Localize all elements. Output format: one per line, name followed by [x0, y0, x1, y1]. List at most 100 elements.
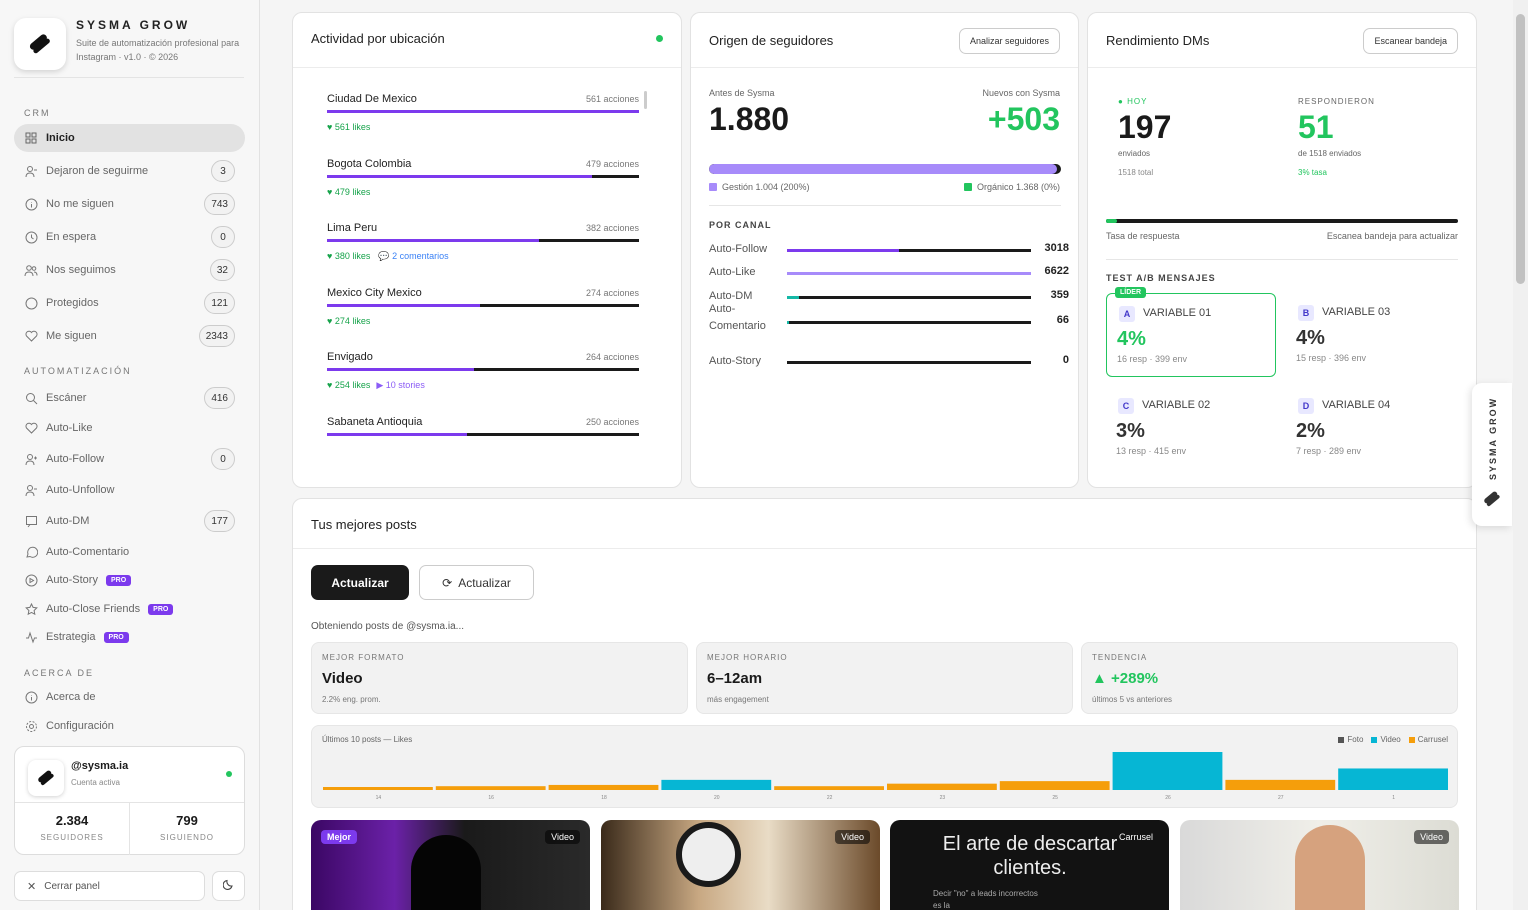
post-thumb-4[interactable]: Video [1180, 820, 1459, 910]
location-bar [327, 239, 639, 242]
sidebar-item-label: Protegidos [46, 297, 99, 309]
message-icon [24, 514, 38, 528]
comments-count: 💬 2 comentarios [378, 251, 449, 261]
channel-bar [787, 321, 1031, 324]
scrollbar-thumb[interactable] [1516, 14, 1525, 284]
sidebar-item-inicio[interactable]: Inicio [14, 124, 245, 152]
sidebar: SYSMA GROW Suite de automatización profe… [0, 0, 260, 910]
sidebar-item-auto-close-friends[interactable]: Auto-Close Friends PRO [14, 595, 245, 623]
refresh-secondary-button[interactable]: ⟳ Actualizar [419, 565, 534, 600]
sidebar-item-label: Auto-Like [46, 422, 93, 434]
location-meta: ♥ 274 likes [327, 316, 370, 326]
location-name: Envigado [327, 351, 373, 363]
page-scrollbar[interactable] [1513, 0, 1528, 910]
divider [709, 205, 1061, 206]
channel-bar [787, 361, 1031, 364]
sidebar-item-no-me-siguen[interactable]: No me siguen 743 [14, 190, 245, 218]
chart-bar[interactable] [548, 784, 659, 790]
sidebar-item-label: No me siguen [46, 198, 114, 210]
best-format-label: MEJOR FORMATO [322, 653, 405, 662]
sidebar-item-acerca-de[interactable]: Acerca de [14, 683, 245, 711]
sidebar-item-nos-seguimos[interactable]: Nos seguimos 32 [14, 256, 245, 284]
location-meta: ♥ 479 likes [327, 187, 370, 197]
side-tab-label: SYSMA GROW [1488, 396, 1498, 480]
chart-tick-label: 14 [376, 795, 382, 801]
location-bar-fill [327, 368, 474, 371]
sidebar-item-configuraci-n[interactable]: Configuración [14, 712, 245, 740]
location-bar [327, 303, 639, 307]
location-bar-fill [327, 239, 540, 242]
chart-bar[interactable] [1112, 752, 1223, 790]
count-badge: 177 [204, 510, 235, 532]
location-name: Mexico City Mexico [327, 286, 422, 299]
account-card[interactable]: @sysma.ia Cuenta activa 2.384 SEGUIDORES … [14, 746, 245, 855]
sidebar-item-me-siguen[interactable]: Me siguen 2343 [14, 322, 245, 350]
search-icon [24, 391, 38, 405]
post-thumb-2[interactable]: Video [601, 820, 880, 910]
account-stats: 2.384 SEGUIDORES 799 SIGUIENDO [15, 802, 244, 855]
location-meta: ♥ 561 likes [327, 122, 370, 132]
post-type-badge: Video [1414, 830, 1449, 844]
sidebar-item-estrategia[interactable]: Estrategia PRO [14, 623, 245, 651]
sidebar-item-label: Estrategia [46, 631, 96, 643]
sidebar-item-auto-story[interactable]: Auto-Story PRO [14, 566, 245, 594]
ab-variant-c[interactable]: C VARIABLE 02 3% 13 resp · 415 env [1106, 386, 1276, 470]
chart-bar[interactable] [661, 779, 772, 790]
chart-bar[interactable] [774, 786, 884, 790]
activity-card-header: Actividad por ubicación [293, 13, 681, 68]
post-thumb-1[interactable]: Mejor Video [311, 820, 590, 910]
sidebar-item-protegidos[interactable]: Protegidos 121 [14, 289, 245, 317]
ab-variant-b[interactable]: B VARIABLE 03 4% 15 resp · 396 env [1286, 293, 1456, 377]
best-time-sub: más engagement [707, 695, 769, 704]
sidebar-item-dejaron-de-seguirme[interactable]: Dejaron de seguirme 3 [14, 157, 245, 185]
chart-bar[interactable] [435, 786, 546, 790]
chart-bar[interactable] [1225, 779, 1336, 790]
chart-bar[interactable] [999, 781, 1110, 790]
ab-variant-d[interactable]: D VARIABLE 04 2% 7 resp · 289 env [1286, 386, 1456, 470]
variant-name: VARIABLE 02 [1142, 399, 1211, 411]
pro-badge: PRO [105, 574, 132, 586]
side-tab[interactable]: SYSMA GROW [1472, 383, 1512, 526]
chart-tick-label: 26 [1165, 795, 1171, 801]
sidebar-item-auto-unfollow[interactable]: Auto-Unfollow [14, 476, 245, 504]
close-panel-button[interactable]: ✕ Cerrar panel [14, 871, 205, 901]
account-logo-icon [28, 760, 64, 796]
variant-tag: D [1298, 398, 1314, 414]
variant-sub: 7 resp · 289 env [1296, 446, 1362, 456]
side-tab-logo-icon [1482, 489, 1502, 514]
trend-value: ▲ +289% [1092, 670, 1159, 687]
channel-title: POR CANAL [709, 220, 772, 230]
sidebar-item-auto-dm[interactable]: Auto-DM 177 [14, 507, 245, 535]
post-carousel-text: Decir "no" a leads incorrectos es la [933, 889, 1038, 910]
location-bar-fill [327, 303, 480, 307]
robot-figure [676, 822, 741, 887]
before-value: 1.880 [709, 101, 790, 137]
variant-tag: A [1119, 306, 1135, 322]
sidebar-item-en-espera[interactable]: En espera 0 [14, 223, 245, 251]
ab-variant-a[interactable]: A VARIABLE 01 4% 16 resp · 399 env LÍDER [1106, 287, 1276, 377]
followers-stat: 2.384 SEGUIDORES [15, 803, 129, 855]
chart-bar[interactable] [1338, 768, 1448, 790]
activity-scrollbar[interactable] [644, 91, 647, 109]
channel-bar-fill [787, 249, 900, 252]
sidebar-item-auto-like[interactable]: Auto-Like [14, 414, 245, 442]
scan-inbox-button[interactable]: Escanear bandeja [1363, 28, 1458, 54]
variant-rate: 4% [1117, 328, 1146, 350]
sidebar-item-esc-ner[interactable]: Escáner 416 [14, 384, 245, 412]
refresh-primary-button[interactable]: Actualizar [311, 565, 409, 600]
live-dot [656, 35, 663, 42]
post-thumb-3[interactable]: Carrusel El arte de descartar clientes. … [890, 820, 1169, 910]
analyze-followers-button[interactable]: Analizar seguidores [958, 28, 1060, 54]
sidebar-item-auto-comentario[interactable]: Auto-Comentario [14, 538, 245, 566]
user-minus-icon [24, 164, 38, 178]
gestion-label: Gestión 1.004 (200%) [722, 182, 810, 192]
sidebar-item-auto-follow[interactable]: Auto-Follow 0 [14, 445, 245, 473]
chart-bar[interactable] [887, 783, 997, 790]
channel-bar-fill [787, 321, 790, 324]
variant-name: VARIABLE 04 [1322, 399, 1391, 411]
theme-toggle-button[interactable] [212, 871, 245, 901]
chart-bar[interactable] [323, 787, 433, 790]
pro-badge: PRO [148, 603, 174, 615]
responded-sub: de 1518 enviados [1298, 149, 1362, 158]
likes-count: ♥ 479 likes [327, 186, 371, 197]
